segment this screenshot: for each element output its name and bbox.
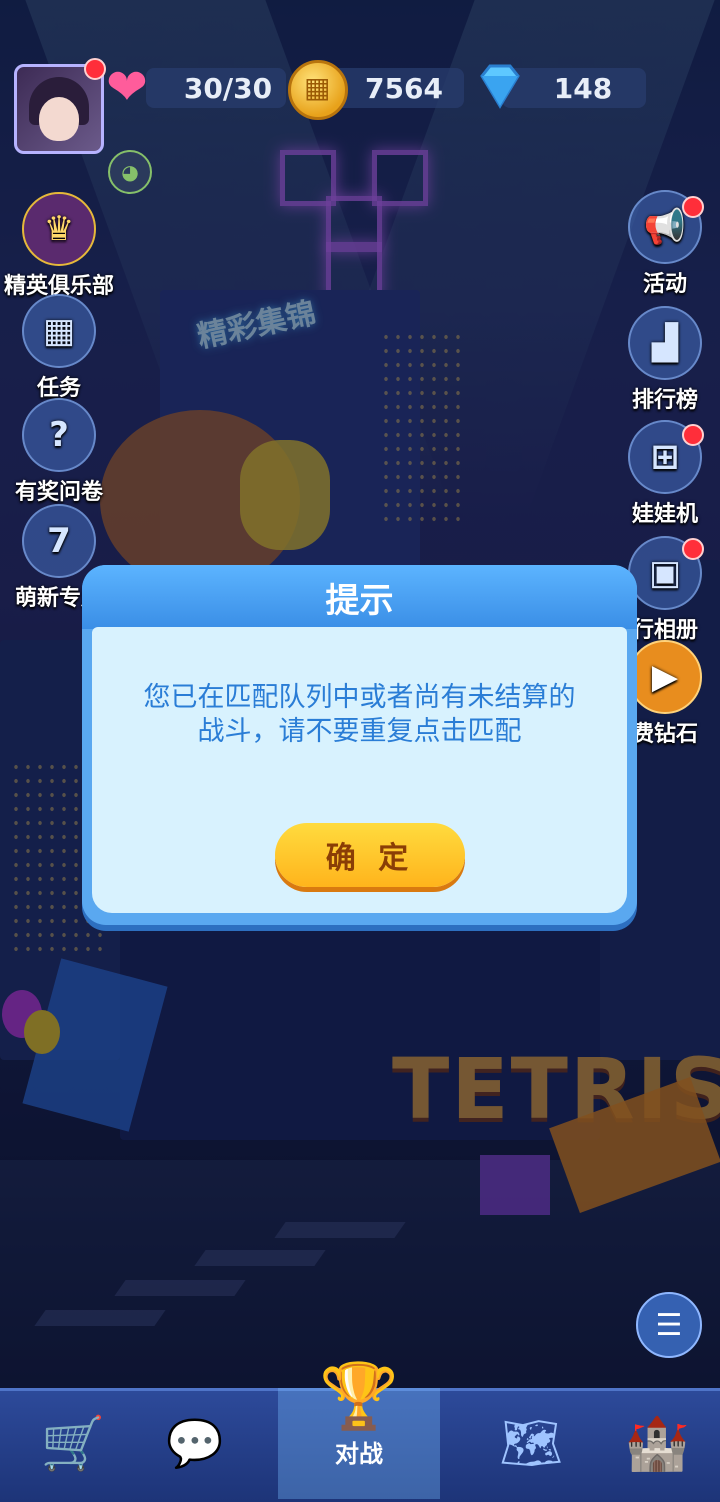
lives-counter: 30/30 <box>146 68 286 108</box>
tv-play-icon: ▶ <box>628 640 702 714</box>
diamond-icon <box>480 64 520 109</box>
elite-badge-icon: ♛ <box>22 192 96 266</box>
coin-icon <box>288 60 348 120</box>
wechat-icon[interactable]: ◕ <box>108 150 152 194</box>
confirm-button[interactable]: 确 定 <box>275 823 465 887</box>
chat-icon: 💬 <box>166 1416 224 1470</box>
map-icon: 🗺 <box>499 1414 563 1472</box>
dialog-body: 您已在匹配队列中或者尚有未结算的战斗，请不要重复点击匹配 确 定 <box>92 627 627 913</box>
notification-dot <box>682 196 704 218</box>
coins-value: 7564 <box>365 71 443 105</box>
nav-battle-label: 对战 <box>335 1440 383 1468</box>
nav-battle[interactable]: 🏆 对战 <box>278 1360 440 1471</box>
heart-icon: ❤ <box>106 58 148 116</box>
nav-map[interactable]: 🗺 <box>476 1388 586 1499</box>
trophy-icon: 🏆 <box>319 1360 399 1434</box>
questionnaire-icon: ? <box>22 398 96 472</box>
alert-dialog: 提示 您已在匹配队列中或者尚有未结算的战斗，请不要重复点击匹配 确 定 <box>82 565 637 925</box>
calendar-icon: ▦ <box>22 294 96 368</box>
side-item-label: 娃娃机 <box>631 502 698 527</box>
calendar-7-icon: 7 <box>22 504 96 578</box>
side-item-elite-club[interactable]: ♛ 精英俱乐部 <box>4 192 114 300</box>
list-menu-button[interactable]: ☰ <box>636 1292 702 1358</box>
side-item-label: 有奖问卷 <box>14 480 103 505</box>
podium-icon: ▟ <box>628 306 702 380</box>
side-item-label: 排行榜 <box>631 388 698 413</box>
dialog-message: 您已在匹配队列中或者尚有未结算的战斗，请不要重复点击匹配 <box>143 682 576 747</box>
dialog-title: 提示 <box>325 580 394 621</box>
gems-value: 148 <box>553 71 613 105</box>
dialog-header: 提示 <box>82 565 637 629</box>
nav-castle[interactable]: 🏰 <box>602 1388 712 1499</box>
nav-chat[interactable]: 💬 <box>140 1388 250 1499</box>
side-item-label: 活动 <box>642 272 687 297</box>
notification-dot <box>682 424 704 446</box>
notification-dot <box>682 538 704 560</box>
list-icon: ☰ <box>655 1307 683 1343</box>
nav-shop[interactable]: 🛒 <box>18 1388 128 1499</box>
shop-cart-icon: 🛒 <box>40 1414 106 1474</box>
side-item-leaderboard[interactable]: ▟ 排行榜 <box>610 306 720 414</box>
notification-dot <box>84 58 106 80</box>
side-item-tasks[interactable]: ▦ 任务 <box>4 294 114 402</box>
side-item-label: 费钻石 <box>631 722 698 747</box>
lives-value: 30/30 <box>183 71 273 105</box>
side-item-questionnaire[interactable]: ? 有奖问卷 <box>4 398 114 506</box>
castle-icon: 🏰 <box>624 1414 690 1474</box>
